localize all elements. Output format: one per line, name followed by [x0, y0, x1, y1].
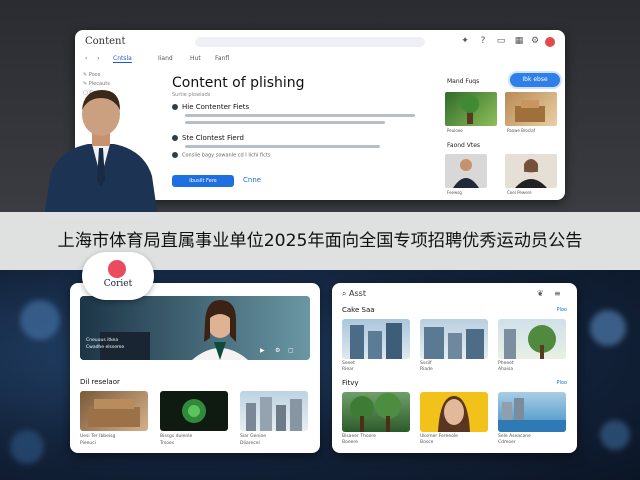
help-icon[interactable]: ? — [478, 35, 488, 47]
bullet-icon — [172, 104, 178, 110]
thumbnail-subcaption: Dliarecel — [240, 441, 260, 446]
bullet-icon — [172, 152, 178, 158]
thumbnail-caption: Siar Genioe — [240, 434, 267, 439]
settings-icon[interactable]: ⚙ — [275, 348, 281, 354]
thumbnail-caption: Uksmer Fereeole — [420, 434, 458, 439]
play-icon[interactable]: ▶ — [260, 348, 266, 354]
thumbnail-forest[interactable] — [445, 92, 497, 126]
thumbnail-park[interactable] — [498, 319, 566, 359]
text-line — [185, 145, 380, 148]
thumbnail-caption: Coel Pewere — [507, 190, 532, 195]
thumbnail-subcaption: Bosce — [420, 440, 434, 445]
thumbnail-caption: Bissgs dulenle — [160, 434, 193, 439]
tab-4[interactable]: Fanfl — [215, 55, 229, 62]
thumbnail-caption: Bisaeer Thoore — [342, 434, 376, 439]
bubble-label: Coriet — [103, 279, 133, 289]
thumbnail-subcaption: Boeere — [342, 440, 358, 445]
thumbnail-man[interactable] — [445, 154, 487, 188]
page-subtitle: Surtie plowiads — [172, 92, 211, 98]
thumbnail-towers-1[interactable] — [342, 319, 410, 359]
thumbnail-caption: Pheeet — [498, 361, 514, 366]
bell-icon[interactable]: ✦ — [460, 35, 470, 47]
page-title: Content of plishing — [172, 75, 305, 91]
section-heading-1: Hie Contenter Fiets — [172, 103, 249, 111]
thumbnail-caption: Seeet — [342, 361, 355, 366]
thumbnail-caption: Peuloee — [447, 128, 463, 133]
back-icon[interactable]: ‹ — [85, 55, 87, 62]
thumbnail-plant[interactable] — [160, 391, 228, 431]
thumbnail-ruins[interactable] — [80, 391, 148, 431]
pill-button[interactable]: Ibk ebse — [510, 73, 560, 87]
thumbnail-city[interactable] — [240, 391, 308, 431]
thumbnail-woman[interactable] — [505, 154, 557, 188]
thumbnail-subcaption: Cdmoer — [498, 440, 516, 445]
thumbnail-towers-2[interactable] — [420, 319, 488, 359]
left-panel: Cneuuus itkea Cwadhe elsseme ▶ ⚙ ▢ Dil r… — [70, 283, 320, 453]
text-line — [185, 121, 385, 124]
hero-image[interactable]: Cneuuus itkea Cwadhe elsseme ▶ ⚙ ▢ — [80, 296, 310, 360]
thumbnail-caption: Sssilf — [420, 361, 432, 366]
thumbnail-caption: Feewsg — [447, 190, 462, 195]
gear-icon[interactable]: ⚙ — [530, 35, 540, 47]
search-icon: ⌕ — [342, 289, 347, 298]
primary-button[interactable]: Ibusilt Fere — [172, 175, 234, 187]
thumbnail-harbor[interactable] — [498, 392, 566, 432]
thumbnail-subcaption: Ahaisa — [498, 367, 514, 372]
address-bar[interactable] — [195, 37, 425, 47]
right-panel: ⌕ Asst ❦ ≡ Cake Saa Ploo Seeet Sssilf Ph… — [332, 283, 577, 453]
thumbnail-subcaption: Pieeuci — [80, 441, 96, 446]
section-heading-3: Conslie bagy sowanle cd I lichi ficts — [172, 152, 270, 159]
search-bar[interactable]: ⌕ Asst — [342, 289, 366, 299]
bullet-icon — [172, 135, 178, 141]
right-heading-2: Faond Vtes — [447, 142, 481, 149]
thumbnail-subcaption: Trsoes — [160, 441, 175, 446]
thumbnail-caption: Paowe Broclaf — [507, 128, 536, 133]
presenter-figure — [40, 88, 162, 218]
leaf-icon[interactable]: ❦ — [537, 289, 544, 298]
fullscreen-icon[interactable]: ▢ — [288, 348, 294, 354]
section-link-1[interactable]: Ploo — [556, 307, 567, 313]
text-line — [185, 114, 415, 117]
section-title-2: Fitvy — [342, 379, 359, 387]
tab-1[interactable]: Cntsla — [113, 55, 132, 63]
menu-icon[interactable]: ≡ — [554, 289, 561, 298]
folder-icon[interactable]: ▭ — [496, 35, 506, 47]
section-title: Dil reselaor — [80, 378, 120, 386]
thumbnail-portrait[interactable] — [420, 392, 488, 432]
grid-icon[interactable]: ▦ — [514, 35, 524, 47]
avatar[interactable] — [545, 37, 555, 47]
hero-caption: Cneuuus itkea — [86, 338, 119, 343]
secondary-button[interactable]: Cnne — [243, 176, 261, 184]
tab-3[interactable]: Hut — [190, 55, 201, 62]
thumbnail-trees[interactable] — [342, 392, 410, 432]
section-title-1: Cake Saa — [342, 306, 375, 314]
thumbnail-caption: Uesi Ter Ibbeisg — [80, 434, 116, 439]
hero-caption: Cwadhe elsseme — [86, 345, 125, 350]
sidebar-item[interactable]: ✎ Poos — [83, 72, 110, 81]
window-titlebar: Content ✦ ? ▭ ▦ ⚙ — [75, 30, 565, 54]
tab-2[interactable]: Iiand — [158, 55, 173, 62]
window-title: Content — [85, 36, 126, 47]
right-heading-1: Mand Fuqs — [447, 78, 480, 85]
section-heading-2: Ste Clontest Fierd — [172, 134, 244, 142]
section-link-2[interactable]: Ploo — [556, 380, 567, 386]
content-bubble[interactable]: Coriet — [82, 252, 154, 300]
content-icon — [108, 260, 126, 278]
forward-icon[interactable]: › — [97, 55, 99, 62]
thumbnail-sculpture[interactable] — [505, 92, 557, 126]
thumbnail-subcaption: Riear — [342, 367, 354, 372]
thumbnail-subcaption: Riade — [420, 367, 433, 372]
thumbnail-caption: Sele Aseacane — [498, 434, 531, 439]
